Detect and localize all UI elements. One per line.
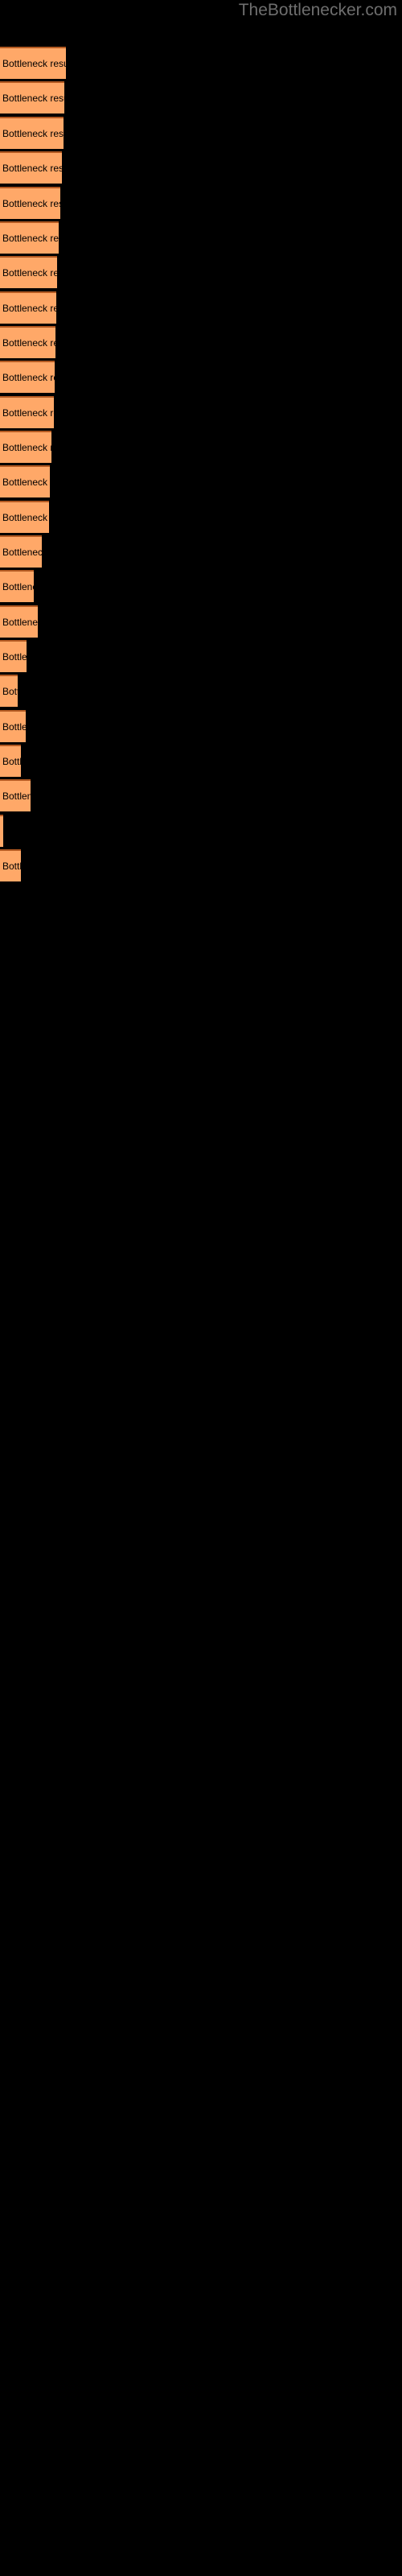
bar-label: Bottleneck result xyxy=(2,512,49,523)
bottleneck-bar[interactable]: Bottleneck result xyxy=(0,117,64,149)
bottleneck-bar[interactable]: Bottleneck result xyxy=(0,291,56,324)
bar-label: Bottleneck result xyxy=(2,651,27,663)
bar-row: Bottleneck result xyxy=(0,605,38,638)
bar-row: Bottleneck result xyxy=(0,81,64,114)
bottleneck-bar[interactable]: Bottleneck result xyxy=(0,81,64,114)
bottleneck-bar[interactable]: Bottleneck result xyxy=(0,605,38,638)
bottleneck-bar[interactable]: Bottleneck result xyxy=(0,849,21,881)
bottleneck-bar[interactable]: Bottleneck result xyxy=(0,187,60,219)
bottleneck-bar[interactable]: Bottleneck result xyxy=(0,151,62,184)
bar-row: Bottleneck result xyxy=(0,465,50,497)
bottleneck-bar[interactable]: Bottleneck result xyxy=(0,256,57,288)
bar-label: Bottleneck result xyxy=(2,303,56,314)
bar-row: Bottleneck result xyxy=(0,117,64,149)
bar-label: Bottleneck result xyxy=(2,686,18,697)
bar-label: Bottleneck result xyxy=(2,547,42,558)
bar-label: Bottleneck result xyxy=(2,825,3,838)
bar-row: Bottleneck result xyxy=(0,396,54,428)
bar-label: Bottleneck result xyxy=(2,267,57,279)
bar-row: Bottleneck result xyxy=(0,675,18,707)
bottleneck-bar[interactable]: Bottleneck result xyxy=(0,465,50,497)
bottleneck-bar[interactable]: Bottleneck result xyxy=(0,326,55,358)
bar-row: Bottleneck result xyxy=(0,640,27,672)
bottleneck-bar[interactable]: Bottleneck result xyxy=(0,221,59,254)
bar-label: Bottleneck result xyxy=(2,861,21,872)
bar-row: Bottleneck result xyxy=(0,501,49,533)
bar-label: Bottleneck result xyxy=(2,721,26,733)
bar-label: Bottleneck result xyxy=(2,756,21,767)
bar-row: Bottleneck result xyxy=(0,291,56,324)
bottleneck-bar[interactable]: Bottleneck result xyxy=(0,47,66,79)
bar-label: Bottleneck result xyxy=(2,163,62,174)
bottleneck-bar[interactable]: Bottleneck result xyxy=(0,570,34,602)
bottleneck-bar[interactable]: Bottleneck result xyxy=(0,431,51,463)
bar-row: Bottleneck result xyxy=(0,326,55,358)
bar-row: Bottleneck result xyxy=(0,47,66,79)
bar-row: Bottleneck result xyxy=(0,187,60,219)
bar-label: Bottleneck result xyxy=(2,791,31,802)
bottleneck-bar[interactable]: Bottleneck result xyxy=(0,535,42,568)
bar-row: Bottleneck result xyxy=(0,849,21,881)
bar-label: Bottleneck result xyxy=(2,198,60,209)
bar-label: Bottleneck result xyxy=(2,58,66,69)
bottleneck-bar-chart: Bottleneck result Bottleneck result Bottle… xyxy=(0,0,402,2576)
bar-label: Bottleneck result xyxy=(2,337,55,349)
bar-label: Bottleneck result xyxy=(2,128,64,139)
bar-row: Bottleneck result xyxy=(0,361,55,393)
bottleneck-bar[interactable]: Bottleneck result xyxy=(0,501,49,533)
bar-row: Bottleneck result xyxy=(0,151,62,184)
bottleneck-bar[interactable]: Bottleneck result xyxy=(0,815,3,847)
bottleneck-bar[interactable]: Bottleneck result xyxy=(0,745,21,777)
bar-row: Bottleneck result xyxy=(0,535,42,568)
bar-label: Bottleneck result xyxy=(2,581,34,592)
bar-label: Bottleneck result xyxy=(2,372,55,383)
bar-row: Bottleneck result xyxy=(0,431,51,463)
bar-label: Bottleneck result xyxy=(2,477,50,488)
bottleneck-bar[interactable]: Bottleneck result xyxy=(0,361,55,393)
bar-label: Bottleneck result xyxy=(2,93,64,104)
bar-label: Bottleneck result xyxy=(2,442,51,453)
bar-row: Bottleneck result xyxy=(0,779,31,811)
bottleneck-bar[interactable]: Bottleneck result xyxy=(0,396,54,428)
bar-row: Bottleneck result xyxy=(0,221,59,254)
bar-label: Bottleneck result xyxy=(2,407,54,419)
bar-row: Bottleneck result xyxy=(0,745,21,777)
bar-label: Bottleneck result xyxy=(2,617,38,628)
bar-row: Bottleneck result xyxy=(0,815,3,847)
bottleneck-bar[interactable]: Bottleneck result xyxy=(0,675,18,707)
bottleneck-bar[interactable]: Bottleneck result xyxy=(0,779,31,811)
bar-row: Bottleneck result xyxy=(0,710,26,742)
bottleneck-bar[interactable]: Bottleneck result xyxy=(0,640,27,672)
bar-row: Bottleneck result xyxy=(0,256,57,288)
bar-row: Bottleneck result xyxy=(0,570,34,602)
bar-label: Bottleneck result xyxy=(2,233,59,244)
bottleneck-bar[interactable]: Bottleneck result xyxy=(0,710,26,742)
